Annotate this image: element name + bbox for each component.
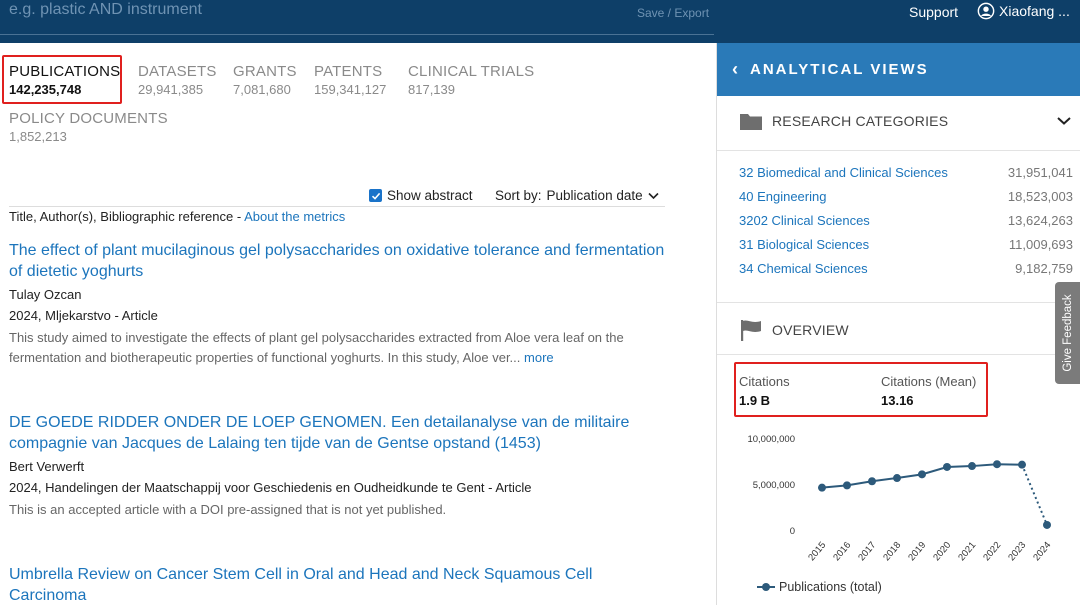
give-feedback-button[interactable]: Give Feedback [1055,282,1080,384]
tab-label: GRANTS [233,63,297,80]
more-link[interactable]: more [524,350,554,365]
tab-clinical-trials[interactable]: CLINICAL TRIALS 817,139 [408,63,534,97]
result-title[interactable]: The effect of plant mucilaginous gel pol… [9,240,669,282]
stat-value: 13.16 [881,393,914,408]
tab-label: POLICY DOCUMENTS [9,110,168,127]
category-name[interactable]: 3202 Clinical Sciences [739,213,870,228]
show-abstract-toggle[interactable]: Show abstract [369,188,473,203]
user-menu[interactable]: Xiaofang ... [977,2,1070,20]
sort-label: Sort by: [495,188,542,203]
category-value: 9,182,759 [1015,261,1073,276]
category-row[interactable]: 32 Biomedical and Clinical Sciences 31,9… [739,165,1073,180]
category-name[interactable]: 34 Chemical Sciences [739,261,868,276]
tab-label: CLINICAL TRIALS [408,63,535,80]
overview-header: OVERVIEW [739,318,849,342]
support-link[interactable]: Support [909,4,958,20]
user-icon [977,2,995,20]
analytical-views-header[interactable]: ‹ ANALYTICAL VIEWS [717,43,1080,96]
tab-patents[interactable]: PATENTS 159,341,127 [314,63,386,97]
result-item: The effect of plant mucilaginous gel pol… [9,240,669,368]
tab-count: 817,139 [408,82,455,97]
category-value: 11,009,693 [1008,237,1073,252]
chevron-left-icon[interactable]: ‹ [732,59,738,80]
show-abstract-checkbox[interactable] [369,189,382,202]
result-title[interactable]: DE GOEDE RIDDER ONDER DE LOEP GENOMEN. E… [9,412,669,454]
stat-label: Citations [739,374,790,389]
divider [9,206,665,207]
category-name[interactable]: 32 Biomedical and Clinical Sciences [739,165,948,180]
result-author: Tulay Ozcan [9,287,82,302]
result-abstract: This study aimed to investigate the effe… [9,328,669,368]
section-title: OVERVIEW [772,322,849,338]
folder-icon [740,114,762,130]
tab-policy-documents[interactable]: POLICY DOCUMENTS 1,852,213 [9,110,168,144]
chevron-down-icon [648,192,659,199]
metrics-line: Title, Author(s), Bibliographic referenc… [9,209,345,224]
tab-label: DATASETS [138,63,217,80]
feedback-label: Give Feedback [1061,294,1074,372]
tab-grants[interactable]: GRANTS 7,081,680 [233,63,297,97]
flag-icon [741,320,761,341]
category-name[interactable]: 40 Engineering [739,189,826,204]
stat-label: Citations (Mean) [881,374,977,389]
tab-datasets[interactable]: DATASETS 29,941,385 [138,63,217,97]
tab-count: 7,081,680 [233,82,291,97]
tab-count: 29,941,385 [138,82,204,97]
section-title: RESEARCH CATEGORIES [772,113,949,129]
metrics-prefix: Title, Author(s), Bibliographic referenc… [9,209,245,224]
tab-label: PATENTS [314,63,383,80]
category-value: 18,523,003 [1007,189,1073,204]
citations-stat: Citations 1.9 B [739,374,790,408]
user-name: Xiaofang ... [999,3,1070,19]
research-categories-header[interactable]: RESEARCH CATEGORIES [739,111,948,131]
search-underline [0,34,714,35]
save-export-link[interactable]: Save / Export [637,6,709,20]
category-row[interactable]: 40 Engineering 18,523,003 [739,189,1073,204]
result-item: DE GOEDE RIDDER ONDER DE LOEP GENOMEN. E… [9,412,669,520]
chevron-down-icon[interactable] [1056,116,1072,126]
highlight-box [2,55,122,104]
result-source: 2024, Mljekarstvo - Article [9,308,158,323]
divider [717,354,1080,355]
results-pane: PUBLICATIONS 142,235,748 DATASETS 29,941… [0,43,716,605]
stat-value: 1.9 B [739,393,771,408]
result-source: 2024, Handelingen der Maatschappij voor … [9,480,532,495]
category-row[interactable]: 3202 Clinical Sciences 13,624,263 [739,213,1073,228]
category-name[interactable]: 31 Biological Sciences [739,237,869,252]
citations-mean-stat: Citations (Mean) 13.16 [881,374,976,408]
category-value: 13,624,263 [1007,213,1073,228]
check-icon [371,192,380,200]
show-abstract-label: Show abstract [387,188,473,203]
tab-count: 1,852,213 [9,129,67,144]
divider [717,150,1080,151]
category-row[interactable]: 31 Biological Sciences 11,009,693 [739,237,1073,252]
divider [717,302,1080,303]
search-input[interactable]: e.g. plastic AND instrument [9,1,202,19]
sort-dropdown[interactable]: Sort by: Publication date [495,188,659,203]
sort-value: Publication date [546,188,643,203]
category-row[interactable]: 34 Chemical Sciences 9,182,759 [739,261,1073,276]
result-author: Bert Verwerft [9,459,85,474]
result-title[interactable]: Umbrella Review on Cancer Stem Cell in O… [9,564,669,605]
category-value: 31,951,041 [1007,165,1073,180]
analytical-views-panel: ‹ ANALYTICAL VIEWS RESEARCH CATEGORIES 3… [716,43,1080,605]
top-bar: e.g. plastic AND instrument Save / Expor… [0,0,1080,43]
result-abstract: This is an accepted article with a DOI p… [9,502,447,517]
tab-count: 159,341,127 [314,82,387,97]
about-metrics-link[interactable]: About the metrics [244,209,345,224]
panel-title: ANALYTICAL VIEWS [750,61,929,78]
result-item: Umbrella Review on Cancer Stem Cell in O… [9,564,669,605]
